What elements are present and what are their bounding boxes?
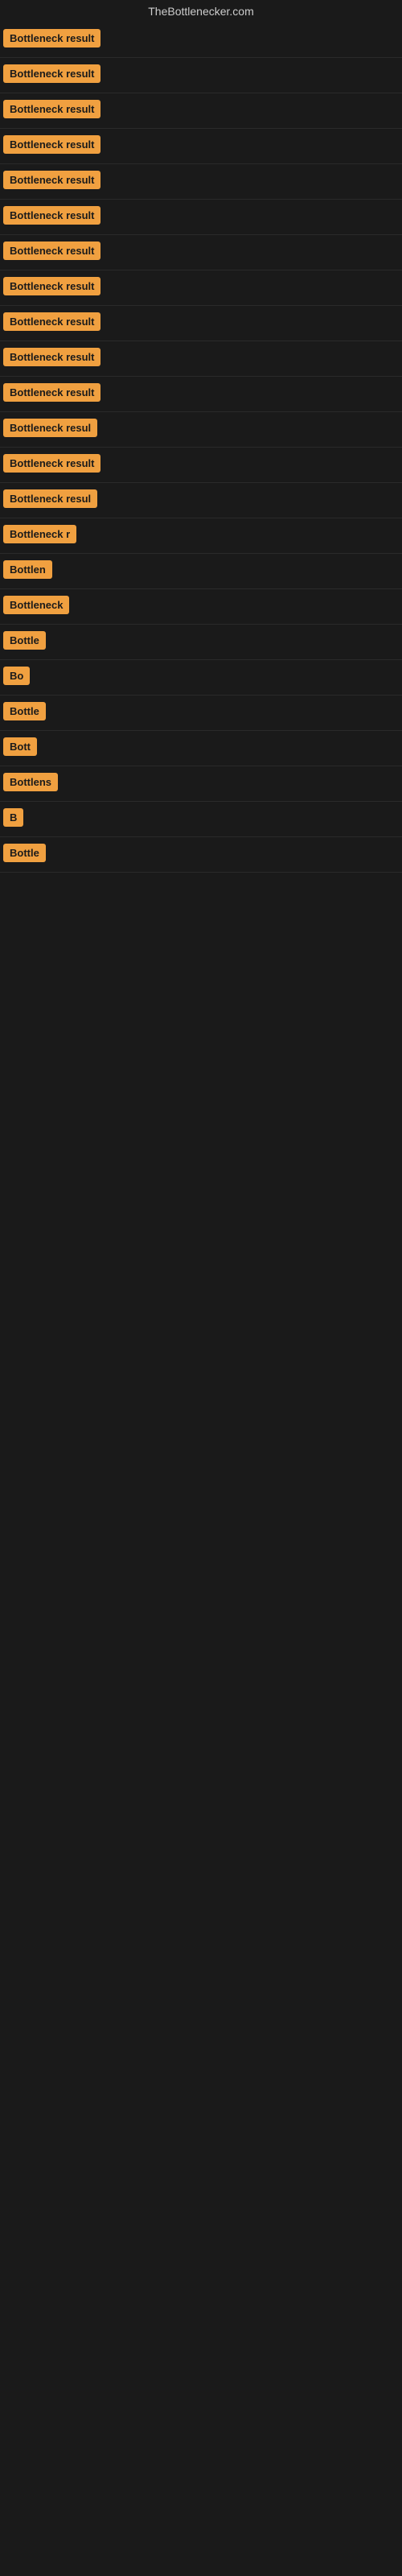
result-row: Bottleneck result <box>0 129 402 164</box>
result-row: Bottleneck resul <box>0 483 402 518</box>
bottleneck-badge[interactable]: Bottlen <box>3 560 52 579</box>
result-row: Bottleneck result <box>0 164 402 200</box>
bottleneck-badge[interactable]: Bottleneck result <box>3 277 100 295</box>
result-row: Bottleneck result <box>0 448 402 483</box>
bottleneck-badge[interactable]: Bottleneck result <box>3 171 100 189</box>
result-row: Bottleneck result <box>0 23 402 58</box>
result-row: Bottleneck result <box>0 235 402 270</box>
bottleneck-badge[interactable]: Bottleneck r <box>3 525 76 543</box>
bottleneck-badge[interactable]: Bo <box>3 667 30 685</box>
result-row: Bottlen <box>0 554 402 589</box>
bottleneck-badge[interactable]: Bottleneck result <box>3 206 100 225</box>
result-row: Bottle <box>0 696 402 731</box>
result-row: Bottleneck result <box>0 377 402 412</box>
bottleneck-badge[interactable]: Bottlens <box>3 773 58 791</box>
bottleneck-badge[interactable]: Bottleneck <box>3 596 69 614</box>
bottleneck-badge[interactable]: Bottleneck result <box>3 29 100 47</box>
result-row: Bottleneck result <box>0 341 402 377</box>
result-row: Bottleneck result <box>0 58 402 93</box>
result-row: Bott <box>0 731 402 766</box>
result-row: Bottleneck resul <box>0 412 402 448</box>
bottleneck-badge[interactable]: Bottleneck result <box>3 242 100 260</box>
bottleneck-badge[interactable]: Bott <box>3 737 37 756</box>
result-row: Bottlens <box>0 766 402 802</box>
result-row: Bottleneck result <box>0 306 402 341</box>
bottleneck-badge[interactable]: Bottleneck result <box>3 64 100 83</box>
result-row: Bottleneck <box>0 589 402 625</box>
result-row: Bo <box>0 660 402 696</box>
bottleneck-badge[interactable]: Bottleneck result <box>3 100 100 118</box>
bottleneck-badge[interactable]: Bottleneck resul <box>3 489 97 508</box>
result-row: B <box>0 802 402 837</box>
bottleneck-badge[interactable]: Bottle <box>3 631 46 650</box>
bottleneck-badge[interactable]: Bottleneck result <box>3 312 100 331</box>
result-row: Bottle <box>0 837 402 873</box>
site-title: TheBottlenecker.com <box>0 0 402 23</box>
result-row: Bottle <box>0 625 402 660</box>
bottleneck-badge[interactable]: Bottleneck result <box>3 383 100 402</box>
result-row: Bottleneck r <box>0 518 402 554</box>
bottleneck-badge[interactable]: Bottleneck result <box>3 454 100 473</box>
bottleneck-badge[interactable]: B <box>3 808 23 827</box>
bottleneck-badge[interactable]: Bottleneck result <box>3 348 100 366</box>
result-row: Bottleneck result <box>0 270 402 306</box>
bottleneck-badge[interactable]: Bottleneck resul <box>3 419 97 437</box>
bottleneck-badge[interactable]: Bottleneck result <box>3 135 100 154</box>
result-row: Bottleneck result <box>0 93 402 129</box>
bottleneck-badge[interactable]: Bottle <box>3 702 46 720</box>
bottleneck-badge[interactable]: Bottle <box>3 844 46 862</box>
result-row: Bottleneck result <box>0 200 402 235</box>
